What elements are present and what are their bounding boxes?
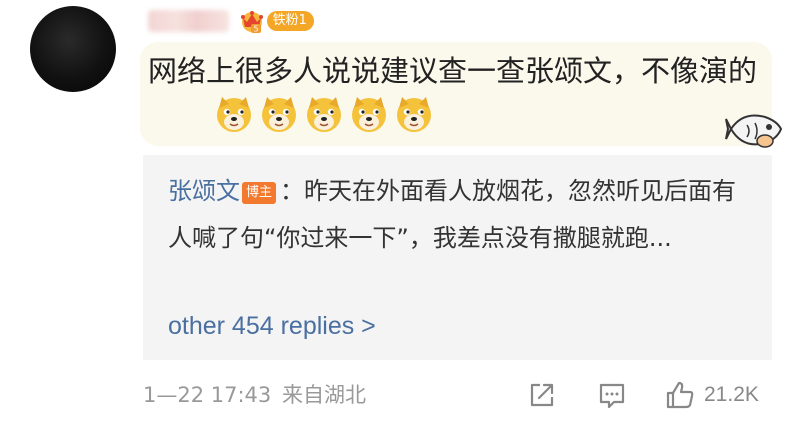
avatar[interactable]: [30, 6, 116, 92]
crown-level: 5: [253, 25, 258, 34]
timestamp: 1—22 17:43: [143, 383, 272, 407]
crown-icon: 5: [240, 11, 263, 34]
fan-badge-label: 铁粉1: [266, 11, 314, 31]
reply-author[interactable]: 张颂文: [168, 177, 240, 205]
share-button[interactable]: [526, 377, 558, 413]
like-count: 21.2K: [704, 383, 759, 406]
emoji-row: [214, 94, 434, 134]
reply-text-block[interactable]: 张颂文 博主 ：昨天在外面看人放烟花，忽然听见后面有人喊了句“你过来一下”，我差点没…: [168, 168, 758, 262]
doge-icon: [397, 97, 431, 132]
share-icon: [530, 383, 554, 407]
doge-icon: [262, 97, 296, 132]
like-icon: [666, 381, 694, 409]
more-replies-link[interactable]: other 454 replies >: [168, 309, 376, 343]
doge-icon: [307, 97, 341, 132]
blogger-badge: 博主: [242, 182, 277, 204]
comment-button[interactable]: [596, 377, 628, 413]
fish-icon: [725, 114, 783, 148]
doge-icon: [352, 97, 386, 132]
location: 来自湖北: [281, 383, 366, 407]
comment-text: 网络上很多人说说建议查一查张颂文，不像演的: [148, 54, 758, 88]
username[interactable]: ••••••: [148, 10, 229, 32]
reply-separator: ：: [280, 177, 305, 205]
doge-icon: [217, 97, 251, 132]
comment-icon: [599, 383, 625, 409]
like-button[interactable]: 21.2K: [664, 377, 759, 413]
fan-badge[interactable]: 5 铁粉1: [239, 9, 314, 33]
comment-meta: 1—22 17:43 来自湖北: [143, 380, 366, 410]
comment-header: •••••• 5 铁粉1: [148, 6, 314, 36]
